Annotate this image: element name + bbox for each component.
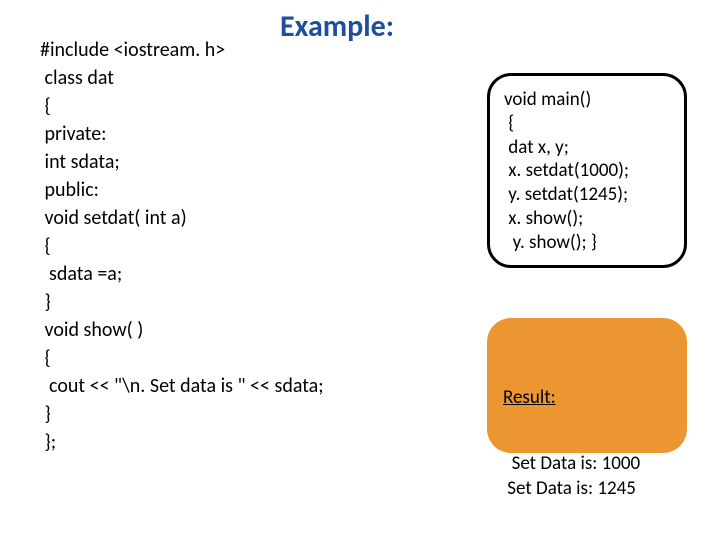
result-output: Set Data is: 1000 Set Data is: 1245 [503, 452, 640, 501]
result-label: Result: [503, 385, 671, 411]
code-main-function: void main() { dat x, y; x. setdat(1000);… [487, 73, 687, 268]
code-class-definition: #include <iostream. h> class dat { priva… [40, 36, 324, 456]
result-box: Result: Set Data is: 1000 Set Data is: 1… [487, 318, 687, 453]
